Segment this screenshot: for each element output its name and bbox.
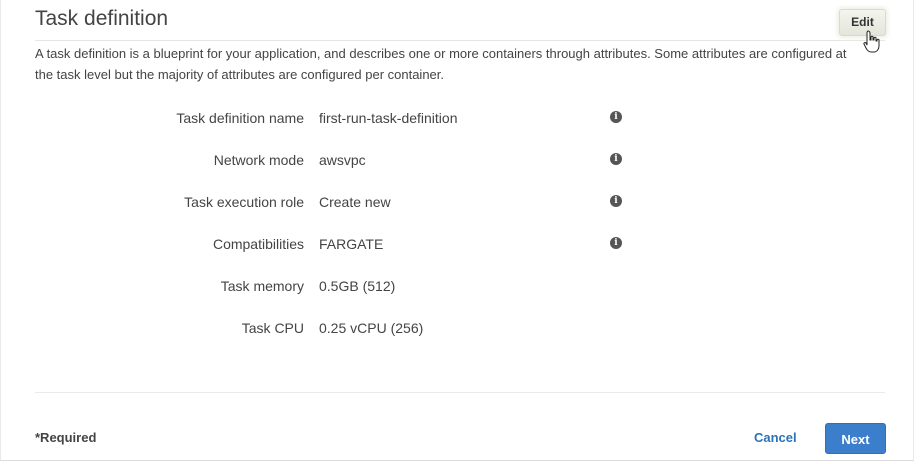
field-label: Compatibilities [212, 236, 304, 252]
field-row-task-cpu: Task CPU 0.25 vCPU (256) [35, 320, 635, 340]
field-value: Create new [319, 194, 391, 210]
field-value: awsvpc [319, 152, 366, 168]
field-value: 0.5GB (512) [319, 278, 396, 294]
field-value: FARGATE [319, 236, 384, 252]
section-header: Task definition Edit [35, 6, 886, 41]
field-row-task-definition-name: Task definition name first-run-task-defi… [35, 110, 635, 130]
field-label: Task execution role [184, 194, 304, 210]
field-label: Network mode [213, 152, 304, 168]
required-note: *Required [35, 430, 97, 445]
field-label: Task memory [220, 278, 304, 294]
field-value: 0.25 vCPU (256) [319, 320, 424, 336]
footer-divider [35, 392, 885, 393]
field-row-task-memory: Task memory 0.5GB (512) [35, 278, 635, 298]
field-row-task-execution-role: Task execution role Create new i [35, 194, 635, 214]
field-value: first-run-task-definition [319, 110, 458, 126]
hand-cursor-icon [863, 30, 880, 53]
field-row-network-mode: Network mode awsvpc i [35, 152, 635, 172]
info-icon[interactable]: i [610, 153, 622, 165]
field-label: Task definition name [176, 110, 304, 126]
section-description: A task definition is a blueprint for you… [35, 46, 847, 82]
next-button[interactable]: Next [825, 423, 886, 454]
field-row-compatibilities: Compatibilities FARGATE i [35, 236, 635, 256]
info-icon[interactable]: i [610, 195, 622, 207]
cancel-link[interactable]: Cancel [754, 430, 797, 445]
field-label: Task CPU [241, 320, 304, 336]
section-title: Task definition [35, 7, 169, 30]
task-definition-panel: Task definition Edit A task definition i… [0, 0, 914, 461]
info-icon[interactable]: i [610, 237, 622, 249]
info-icon[interactable]: i [610, 111, 622, 123]
